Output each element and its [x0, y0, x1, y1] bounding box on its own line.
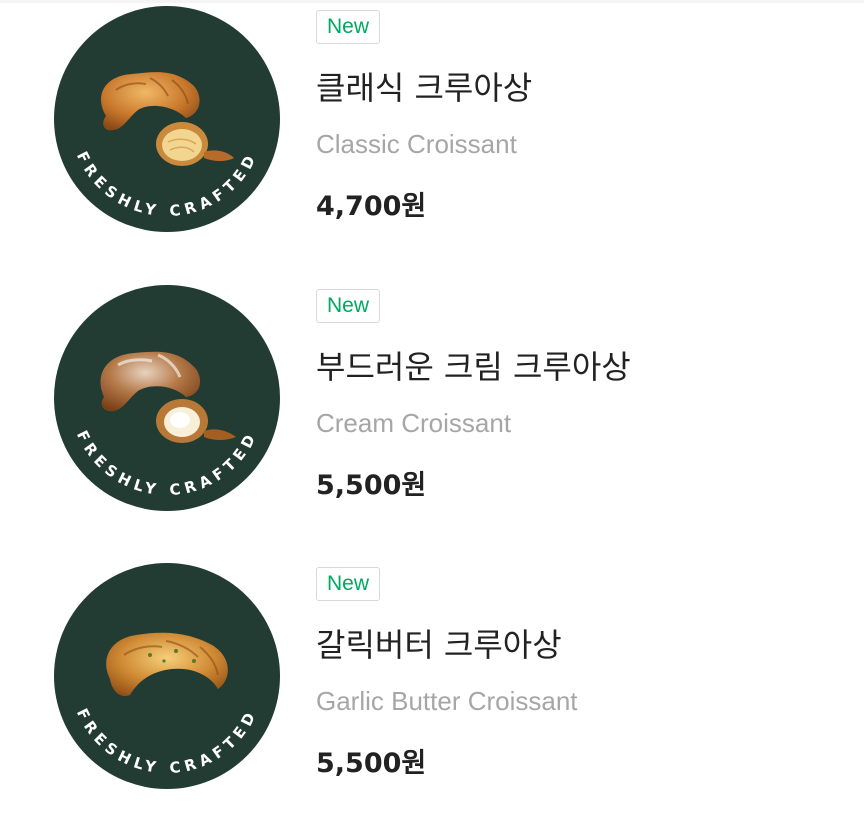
croissant-image-icon: FRESHLY CRAFTED: [54, 563, 280, 789]
product-price: 5,500원: [316, 748, 427, 779]
product-image[interactable]: FRESHLY CRAFTED: [54, 285, 280, 511]
product-image[interactable]: FRESHLY CRAFTED: [54, 6, 280, 232]
product-name-english: Cream Croissant: [316, 408, 512, 438]
product-name-english: Classic Croissant: [316, 129, 517, 159]
new-badge: New: [316, 10, 380, 44]
product-image[interactable]: FRESHLY CRAFTED: [54, 563, 280, 789]
product-name-korean: 클래식 크루아상: [316, 69, 533, 107]
new-badge: New: [316, 289, 380, 323]
product-price: 4,700원: [316, 191, 427, 222]
product-name-korean: 부드러운 크림 크루아상: [316, 348, 631, 386]
new-badge: New: [316, 567, 380, 601]
menu-item-classic-croissant[interactable]: FRESHLY CRAFTED New 클래식 크루아상 Classic Cro…: [0, 0, 864, 240]
product-name-korean: 갈릭버터 크루아상: [316, 626, 562, 664]
product-price: 5,500원: [316, 470, 427, 501]
croissant-image-icon: FRESHLY CRAFTED: [54, 285, 280, 511]
menu-item-garlic-butter-croissant[interactable]: FRESHLY CRAFTED New 갈릭버터 크루아상 Garlic But…: [0, 557, 864, 797]
product-name-english: Garlic Butter Croissant: [316, 686, 578, 716]
croissant-image-icon: FRESHLY CRAFTED: [54, 6, 280, 232]
menu-item-cream-croissant[interactable]: FRESHLY CRAFTED New 부드러운 크림 크루아상 Cream C…: [0, 279, 864, 519]
